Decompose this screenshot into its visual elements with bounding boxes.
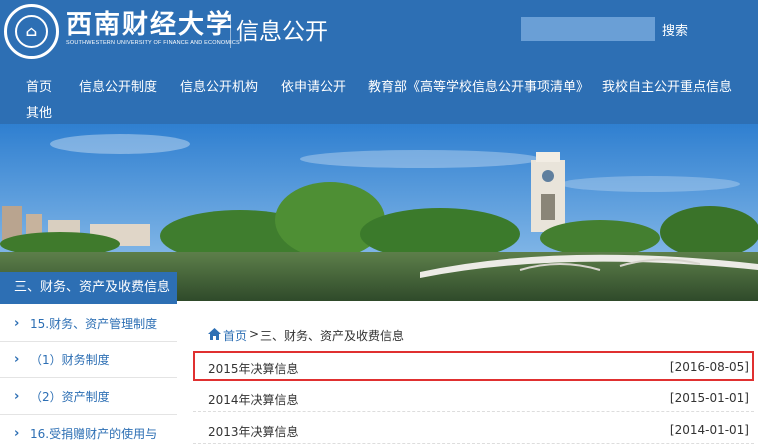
article-date: [2015-01-01] (669, 391, 749, 405)
article-title[interactable]: 2013年决算信息 (208, 423, 299, 440)
nav-item-disclosure-office[interactable]: 信息公开机构 (180, 76, 258, 95)
search-input[interactable] (521, 17, 655, 41)
sidebar-item-asset-management[interactable]: › 15.财务、资产管理制度 (0, 306, 177, 342)
sidebar-item-label: 15.财务、资产管理制度 (30, 317, 158, 331)
sidebar-item-finance-rules[interactable]: › （1）财务制度 (0, 342, 177, 378)
sidebar-item-asset-rules[interactable]: › （2）资产制度 (0, 379, 177, 415)
site-title: 信息公开 (236, 19, 328, 45)
nav-item-moe-checklist[interactable]: 教育部《高等学校信息公开事项清单》 (368, 76, 589, 95)
nav-item-disclosure-policy[interactable]: 信息公开制度 (79, 76, 157, 95)
article-date: [2014-01-01] (669, 423, 749, 437)
article-title[interactable]: 2014年决算信息 (208, 391, 299, 408)
logo-chinese-name[interactable]: 西南财经大学 (66, 4, 234, 41)
home-icon[interactable] (208, 328, 221, 340)
emblem-inner-ring: ⌂ (15, 15, 48, 48)
sidebar-item-label: 16.受捐赠财产的使用与 (30, 427, 158, 441)
header-divider (230, 14, 231, 48)
breadcrumb-home-link[interactable]: 首页 (223, 327, 247, 344)
chevron-right-icon: › (14, 389, 20, 404)
logo-english-name: SOUTHWESTERN UNIVERSITY OF FINANCE AND E… (66, 40, 240, 46)
site-header: ⌂ 西南财经大学 SOUTHWESTERN UNIVERSITY OF FINA… (0, 0, 758, 68)
nav-item-other[interactable]: 其他 (26, 102, 52, 121)
chevron-right-icon: › (14, 352, 20, 367)
breadcrumb-separator: > (249, 327, 260, 341)
sidebar-header[interactable]: 三、财务、资产及收费信息 (0, 272, 177, 304)
list-item[interactable]: 2014年决算信息 [2015-01-01] (193, 384, 754, 412)
list-item[interactable]: 2013年决算信息 [2014-01-01] (193, 416, 754, 444)
breadcrumb-current: 三、财务、资产及收费信息 (260, 329, 405, 343)
sidebar-item-label: （2）资产制度 (30, 390, 110, 404)
nav-item-on-request[interactable]: 依申请公开 (281, 76, 346, 95)
chevron-right-icon: › (14, 426, 20, 441)
main-nav: 首页 信息公开制度 信息公开机构 依申请公开 教育部《高等学校信息公开事项清单》… (0, 68, 758, 124)
university-emblem-icon[interactable]: ⌂ (4, 4, 59, 59)
emblem-glyph: ⌂ (25, 24, 38, 40)
nav-item-home[interactable]: 首页 (26, 76, 52, 95)
search-button[interactable]: 搜索 (655, 17, 695, 41)
nav-item-key-info[interactable]: 我校自主公开重点信息 (602, 76, 732, 95)
sidebar-item-label: （1）财务制度 (30, 353, 110, 367)
chevron-right-icon: › (14, 316, 20, 331)
sidebar-item-donated-property[interactable]: › 16.受捐赠财产的使用与 (0, 416, 177, 446)
highlight-box (193, 351, 754, 381)
